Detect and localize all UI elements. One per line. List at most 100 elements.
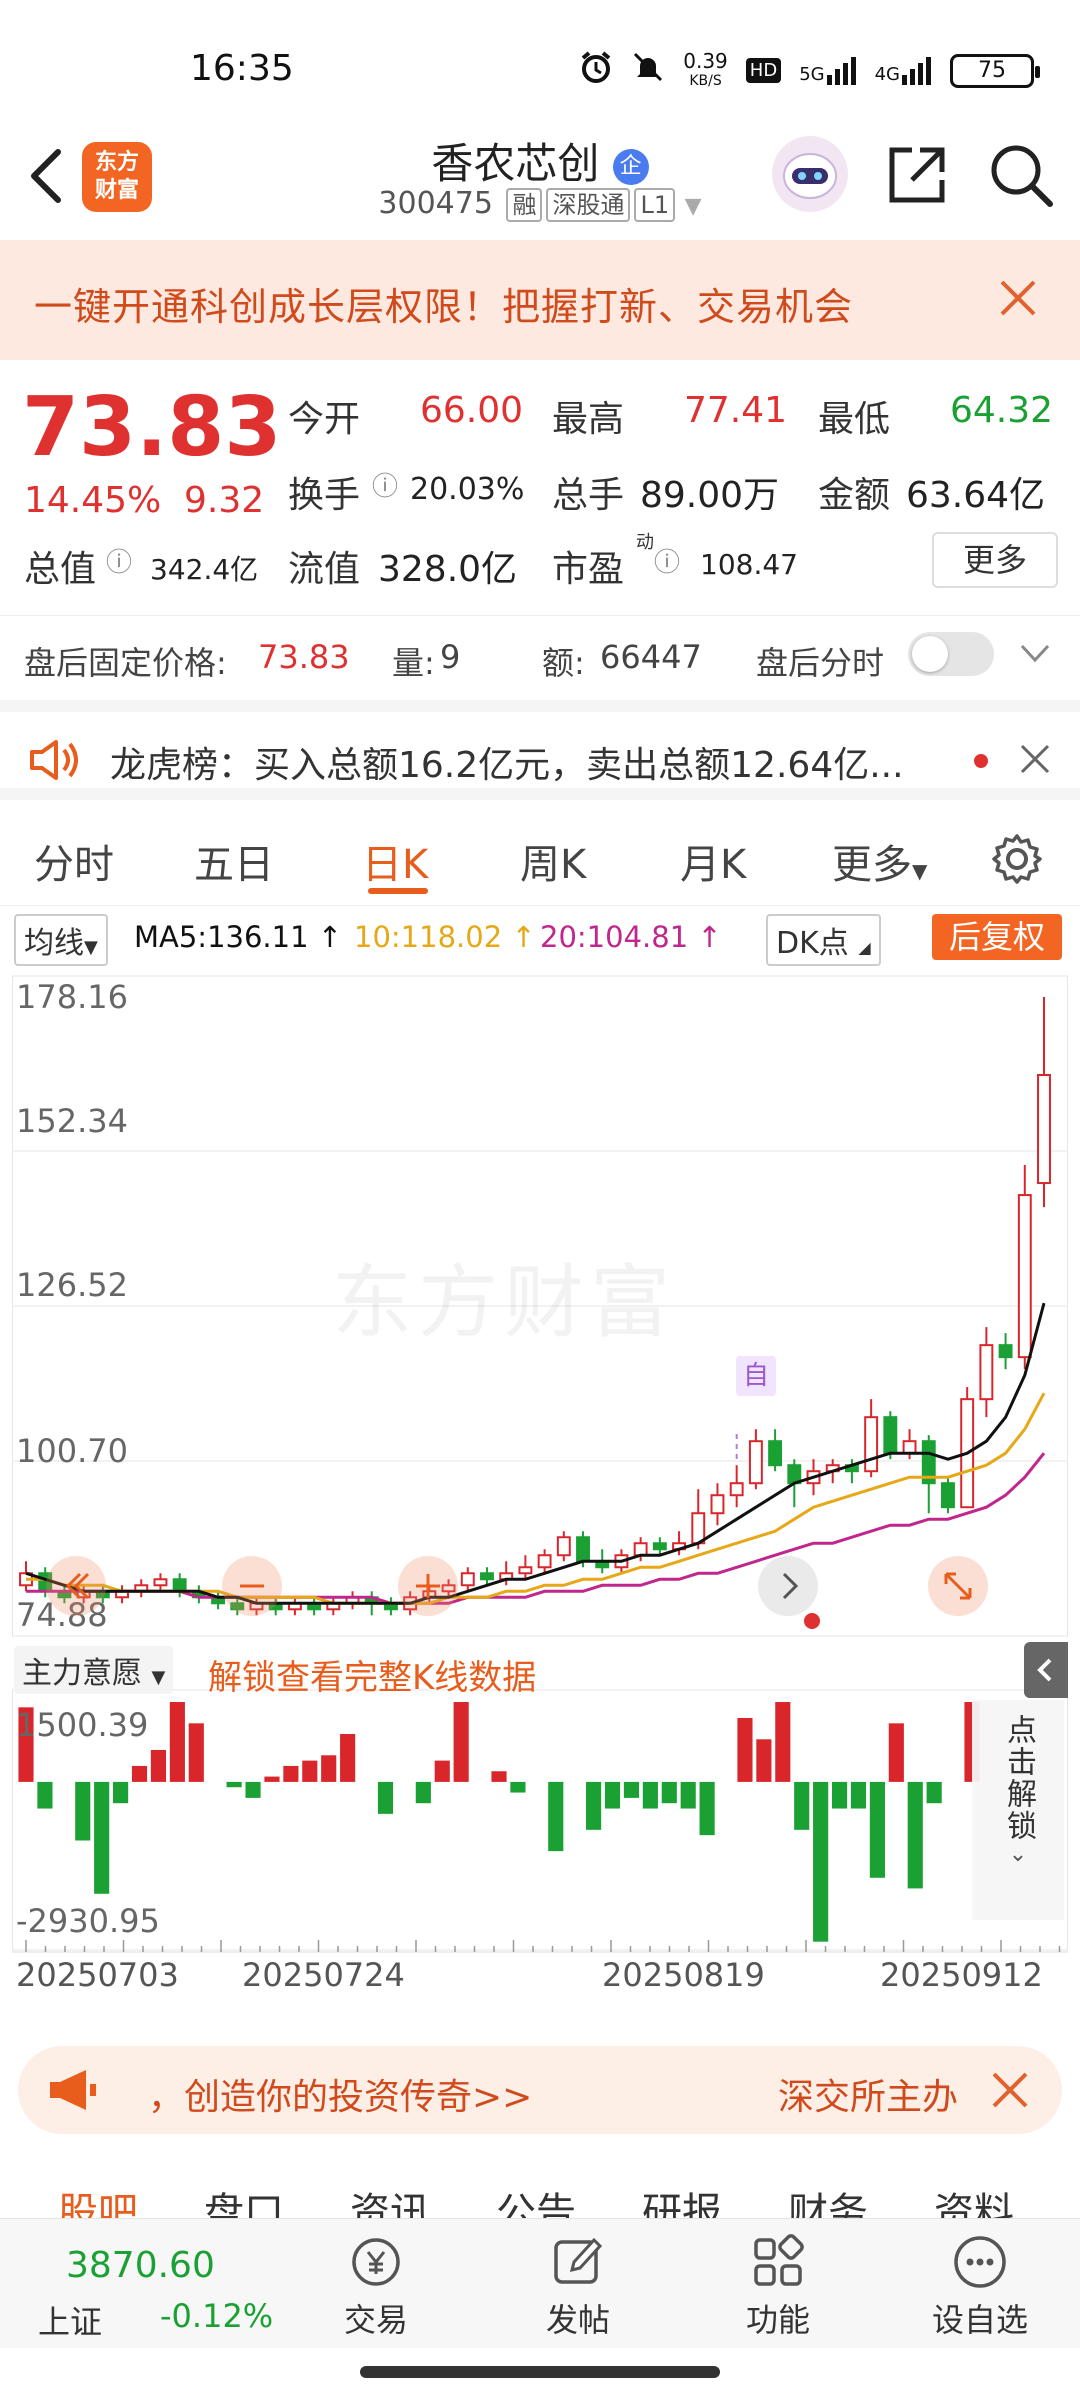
chevron-down-icon: ▼ (684, 194, 702, 219)
nav-trade-label: 交易 (343, 2301, 408, 2339)
search-icon[interactable] (988, 142, 1054, 208)
dk-point-selector[interactable]: DK点 ◢ (766, 914, 881, 966)
tab-finance[interactable]: 财务 (788, 2180, 868, 2220)
tab-research[interactable]: 研报 (642, 2180, 722, 2220)
tab-weekly-k[interactable]: 周K (520, 832, 586, 890)
close-icon[interactable] (1018, 742, 1052, 780)
share-icon[interactable] (884, 142, 950, 208)
home-indicator[interactable] (360, 2366, 720, 2378)
nav-post[interactable]: 发帖 (518, 2229, 638, 2341)
change-percent: 14.45% (24, 480, 162, 521)
y-tick-label: 178.16 (16, 978, 128, 1016)
inflow-bar (775, 1702, 791, 1782)
tab-announcements[interactable]: 公告 (496, 2180, 576, 2220)
gear-icon[interactable] (990, 832, 1044, 890)
fullscreen-icon[interactable] (928, 1556, 988, 1616)
tab-orderbook[interactable]: 盘口 (204, 2180, 284, 2220)
outflow-bar (75, 1781, 91, 1841)
candle-up (864, 1416, 879, 1473)
change-amount: 9.32 (184, 480, 265, 521)
active-tab-indicator (368, 888, 428, 894)
info-icon[interactable]: ⓘ (372, 466, 398, 503)
collapse-left-icon[interactable] (46, 1556, 106, 1616)
ma-legend-row: 均线▼ MA5:136.11 ↑ 10:118.02 ↑ 20:104.81 ↑… (0, 906, 1080, 966)
y-tick-label: 152.34 (16, 1102, 128, 1140)
sub-indicator-selector[interactable]: 主力意愿 ▼ (14, 1646, 174, 1694)
outflow-bar (813, 1781, 829, 1942)
x-tick-label: 20250724 (242, 1956, 405, 1994)
info-icon[interactable]: ⓘ (106, 542, 132, 579)
signal-4g-icon: 4G (875, 56, 932, 85)
index-ticker[interactable]: 3870.60 上证 -0.12% (30, 2233, 290, 2343)
tab-guba[interactable]: 股吧 (58, 2180, 138, 2220)
high-value: 77.41 (684, 390, 788, 431)
expand-panel-icon[interactable] (1024, 1642, 1068, 1698)
tab-intraday[interactable]: 分时 (34, 832, 114, 890)
tab-monthly-k[interactable]: 月K (680, 832, 746, 890)
open-label: 今开 (288, 399, 361, 440)
candle-up (1037, 1074, 1051, 1185)
promo-pill[interactable]: ，创造你的投资传奇>> 深交所主办 (18, 2046, 1062, 2134)
tab-profile[interactable]: 资料 (934, 2180, 1014, 2220)
dragon-tiger-row[interactable]: 龙虎榜：买入总额16.2亿元，卖出总额12.64亿... (0, 700, 1080, 800)
nav-functions[interactable]: 功能 (718, 2229, 838, 2341)
zoom-in-icon[interactable] (398, 1556, 458, 1616)
unread-dot (974, 754, 988, 768)
signal-5g-icon: 5G (799, 56, 856, 85)
mute-icon (631, 50, 665, 91)
outflow-bar (850, 1781, 867, 1809)
inflow-bar (434, 1760, 450, 1782)
tab-more[interactable]: 更多▼ (832, 832, 927, 890)
volume-value: 89.00万 (640, 475, 780, 516)
dragon-tiger-text: 龙虎榜：买入总额16.2亿元，卖出总额12.64亿... (110, 745, 904, 786)
stock-code: 300475 (378, 186, 493, 221)
corner-triangle-icon: ◢ (858, 938, 871, 957)
kline-chart[interactable]: 178.16 152.34 126.52 100.70 74.88 东方财富 自… (12, 966, 1068, 2026)
outflow-bar (699, 1781, 715, 1836)
nav-functions-label: 功能 (745, 2301, 810, 2339)
close-icon[interactable] (988, 2068, 1032, 2116)
inflow-bar (340, 1733, 356, 1782)
chart-svg[interactable] (12, 966, 1068, 2026)
adjust-button[interactable]: 后复权 (932, 914, 1062, 960)
ma5-value: MA5:136.11 (134, 920, 309, 954)
kline-tabs: 分时 五日 日K 周K 月K 更多▼ (0, 810, 1080, 906)
robot-assistant-icon[interactable] (772, 136, 848, 212)
x-tick-label: 20250912 (880, 1956, 1043, 1994)
nav-trade[interactable]: 交易 (316, 2229, 436, 2341)
index-name: 上证 (38, 2303, 103, 2341)
amount-value: 63.64亿 (906, 475, 1046, 516)
unlock-side-panel[interactable]: 点击解锁 ⌄ (972, 1700, 1064, 1920)
tab-five-day[interactable]: 五日 (194, 832, 274, 890)
nav-add-watchlist[interactable]: 设自选 (920, 2229, 1040, 2341)
candle-up (691, 1512, 706, 1545)
candle-up (460, 1572, 475, 1587)
inflow-bar (264, 1776, 280, 1782)
mcap-value: 342.4亿 (150, 553, 259, 586)
chevron-down-icon[interactable] (1018, 642, 1052, 670)
unlock-kline-link[interactable]: 解锁查看完整K线数据 (208, 1650, 536, 1699)
signal-5g-label: 5G (799, 63, 825, 85)
outflow-bar (680, 1781, 696, 1809)
candle-up (902, 1440, 917, 1455)
close-icon[interactable] (996, 276, 1040, 320)
sub-indicator-label: 主力意愿 (22, 1656, 142, 1691)
ma10-value: 10:118.02 (354, 920, 503, 954)
tab-daily-k[interactable]: 日K (362, 832, 428, 890)
dk-point-label: DK点 (776, 926, 849, 961)
more-dots-icon (920, 2229, 1040, 2295)
indicator-selector[interactable]: 均线▼ (14, 914, 108, 966)
zoom-out-icon[interactable] (222, 1556, 282, 1616)
next-icon[interactable] (758, 1556, 818, 1616)
more-button[interactable]: 更多 (932, 532, 1058, 588)
candle-down (576, 1536, 590, 1563)
promo-banner[interactable]: 一键开通科创成长层权限！把握打新、交易机会 (0, 240, 1080, 360)
inflow-bar (888, 1723, 904, 1782)
ma20-value: 20:104.81 (540, 920, 689, 954)
candle-up (556, 1536, 571, 1557)
tab-news[interactable]: 资讯 (350, 2180, 430, 2220)
inflow-bar (188, 1723, 204, 1782)
info-icon[interactable]: ⓘ (654, 542, 680, 579)
after-intraday-toggle[interactable] (908, 632, 994, 676)
outflow-bar (548, 1781, 564, 1852)
